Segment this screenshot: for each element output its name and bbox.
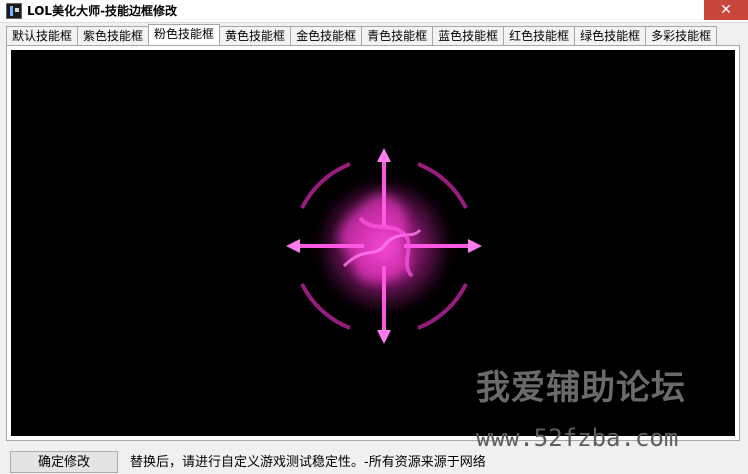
confirm-change-button[interactable]: 确定修改 [10, 451, 118, 473]
title-bar: LOL美化大师-技能边框修改 ✕ [0, 0, 748, 23]
tab-default-frame[interactable]: 默认技能框 [6, 26, 79, 45]
tab-purple-frame[interactable]: 紫色技能框 [77, 26, 150, 45]
tab-red-frame[interactable]: 红色技能框 [503, 26, 576, 45]
close-button[interactable]: ✕ [704, 0, 748, 20]
tab-gold-frame[interactable]: 金色技能框 [290, 26, 363, 45]
tab-strip: 默认技能框 紫色技能框 粉色技能框 黄色技能框 金色技能框 青色技能框 蓝色技能… [6, 24, 718, 45]
tab-yellow-frame[interactable]: 黄色技能框 [219, 26, 292, 45]
tab-green-frame[interactable]: 绿色技能框 [574, 26, 647, 45]
status-message: 替换后，请进行自定义游戏测试稳定性。-所有资源来源于网络 [130, 455, 486, 470]
tab-blue-frame[interactable]: 蓝色技能框 [432, 26, 505, 45]
app-icon [6, 3, 22, 19]
tab-pink-frame[interactable]: 粉色技能框 [148, 24, 221, 45]
tab-multicolor-frame[interactable]: 多彩技能框 [645, 26, 718, 45]
window-title: LOL美化大师-技能边框修改 [27, 4, 178, 18]
tab-cyan-frame[interactable]: 青色技能框 [361, 26, 434, 45]
watermark-text: 我爱辅助论坛 [476, 368, 686, 408]
watermark-url: www.52fzba.com [476, 424, 679, 452]
